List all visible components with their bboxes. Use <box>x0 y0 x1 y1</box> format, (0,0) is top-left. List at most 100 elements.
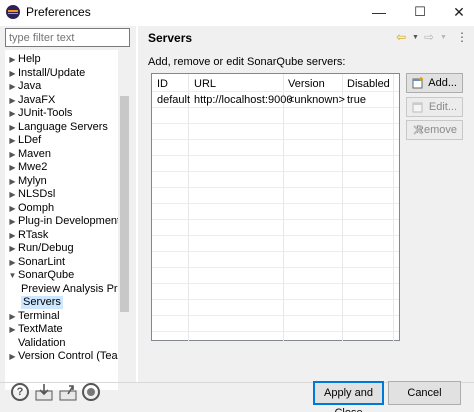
column-header-id[interactable]: ID <box>153 76 168 92</box>
tree-item[interactable]: ▶ Oomph <box>7 202 54 215</box>
tree-item[interactable]: ▶ RTask <box>7 229 48 242</box>
tree-item-label: NLSDsl <box>18 188 56 200</box>
cell-disabled[interactable]: true <box>343 92 366 108</box>
tree-item-label: JUnit-Tools <box>18 107 73 119</box>
tree-item[interactable]: ▶ LDef <box>7 134 41 147</box>
import-icon[interactable] <box>35 383 53 401</box>
collapsed-arrow-icon[interactable]: ▶ <box>7 175 18 188</box>
export-icon[interactable] <box>59 383 77 401</box>
tree-item[interactable]: ▶ Install/Update <box>7 67 85 80</box>
tree-item[interactable]: Preview Analysis Prop <box>21 283 130 296</box>
expanded-arrow-icon[interactable]: ▼ <box>7 269 18 282</box>
help-icon[interactable]: ? <box>11 383 29 401</box>
tree-item-label: Maven <box>18 147 52 160</box>
column-header-version[interactable]: Version <box>284 76 325 92</box>
remove-button[interactable]: Remove <box>406 120 463 140</box>
tree-item[interactable]: ▶ Java <box>7 80 41 93</box>
tree-item[interactable]: ▶ SonarLint <box>7 256 65 269</box>
tree-item[interactable]: ▶ Maven <box>7 148 51 161</box>
title-bar: Preferences — ☐ ✕ <box>0 0 474 26</box>
tree-item-label: Preview Analysis Prop <box>21 282 130 295</box>
dialog-body: ▶Help▶Install/Update▶Java▶JavaFX▶JUnit-T… <box>0 26 474 412</box>
tree-item[interactable]: ▶ NLSDsl <box>7 188 55 201</box>
edit-server-icon <box>412 102 423 113</box>
add-server-icon <box>412 77 423 89</box>
tree-item[interactable]: ▶ Help <box>7 53 41 66</box>
tree-item[interactable]: ▶ Run/Debug <box>7 242 74 255</box>
tree-item-label: Help <box>18 53 41 65</box>
filter-input[interactable] <box>5 28 130 47</box>
tree-scrollbar[interactable] <box>118 50 131 390</box>
tree-item[interactable]: ▶ Version Control (Team) <box>7 350 131 363</box>
collapsed-arrow-icon[interactable]: ▶ <box>7 188 18 201</box>
tree-item-label: Oomph <box>18 201 55 214</box>
collapsed-arrow-icon[interactable]: ▶ <box>7 310 18 323</box>
window-title: Preferences <box>26 5 91 19</box>
tree-item[interactable]: ▶ JUnit-Tools <box>7 107 72 120</box>
tree-item-label: Validation <box>18 336 66 349</box>
tree-item-label: Mylyn <box>18 174 47 187</box>
back-arrow-icon[interactable]: ⇦ <box>396 30 406 44</box>
collapsed-arrow-icon[interactable]: ▶ <box>7 242 18 255</box>
eclipse-icon <box>6 5 20 19</box>
preference-tree: ▶ Help ▶ Install/Update ▶ Java ▶ JavaFX ▶ JUnit-T… <box>5 50 131 390</box>
cell-id[interactable]: default <box>153 92 190 108</box>
collapsed-arrow-icon[interactable]: ▶ <box>7 202 18 215</box>
tree-item-label: Run/Debug <box>18 242 74 254</box>
edit-button[interactable]: Edit... <box>406 97 463 117</box>
servers-table[interactable]: ID URL Version Disabled default http://l… <box>151 73 400 342</box>
cancel-button[interactable]: Cancel <box>388 381 461 405</box>
tree-item-label: Language Servers <box>18 120 108 133</box>
view-menu-icon[interactable]: ⋮ <box>456 30 468 44</box>
collapsed-arrow-icon[interactable]: ▶ <box>7 53 18 66</box>
tree-item-label: Plug-in Development <box>18 215 121 227</box>
tree-item[interactable]: ▶ Mwe2 <box>7 161 47 174</box>
tree-item[interactable]: ▶ Terminal <box>7 309 60 323</box>
collapsed-arrow-icon[interactable]: ▶ <box>7 80 18 93</box>
tree-item-label: Terminal <box>18 309 60 322</box>
collapsed-arrow-icon[interactable]: ▶ <box>7 215 18 228</box>
tree-item[interactable]: ▼ SonarQube <box>7 269 75 282</box>
forward-arrow-icon[interactable]: ⇨ <box>424 30 434 44</box>
pane-divider[interactable] <box>136 26 138 382</box>
back-dropdown-icon[interactable]: ▼ <box>412 34 419 41</box>
oomph-icon[interactable] <box>82 383 100 401</box>
tree-item[interactable]: ▶ TextMate <box>7 323 62 336</box>
minimize-button[interactable]: — <box>364 2 394 22</box>
column-header-disabled[interactable]: Disabled <box>343 76 390 92</box>
collapsed-arrow-icon[interactable]: ▶ <box>7 323 18 336</box>
tree-item[interactable]: Validation <box>7 337 66 350</box>
tree-item-label: Version Control (Team) <box>18 350 131 362</box>
tree-item-label: Install/Update <box>18 66 86 79</box>
tree-item[interactable]: Servers <box>21 296 63 309</box>
tree-item-label: JavaFX <box>18 93 56 106</box>
collapsed-arrow-icon[interactable]: ▶ <box>7 107 18 120</box>
maximize-button[interactable]: ☐ <box>405 2 435 22</box>
collapsed-arrow-icon[interactable]: ▶ <box>7 134 18 147</box>
collapsed-arrow-icon[interactable]: ▶ <box>7 350 18 363</box>
tree-item-label: SonarLint <box>18 255 66 268</box>
tree-item-label: Java <box>18 80 42 92</box>
forward-dropdown-icon[interactable]: ▼ <box>440 34 447 41</box>
tree-item[interactable]: ▶ Language Servers <box>7 120 108 134</box>
apply-and-close-button[interactable]: Apply and Close <box>313 381 384 412</box>
collapsed-arrow-icon[interactable]: ▶ <box>7 121 18 134</box>
tree-item[interactable]: ▶ Plug-in Development <box>7 215 120 228</box>
collapsed-arrow-icon[interactable]: ▶ <box>7 256 18 269</box>
edit-button-label: Edit... <box>428 101 457 113</box>
tree-item[interactable]: ▶ Mylyn <box>7 174 47 188</box>
close-button[interactable]: ✕ <box>444 2 474 22</box>
collapsed-arrow-icon[interactable]: ▶ <box>7 148 18 161</box>
collapsed-arrow-icon[interactable]: ▶ <box>7 229 18 242</box>
collapsed-arrow-icon[interactable]: ▶ <box>7 94 18 107</box>
cell-url[interactable]: http://localhost:9000 <box>190 92 292 108</box>
column-header-url[interactable]: URL <box>190 76 216 92</box>
tree-scrollbar-thumb[interactable] <box>120 96 129 312</box>
page-title: Servers <box>148 31 193 45</box>
tree-item[interactable]: ▶ JavaFX <box>7 94 55 107</box>
add-button[interactable]: Add... <box>406 73 463 93</box>
add-button-label: Add... <box>428 77 457 89</box>
collapsed-arrow-icon[interactable]: ▶ <box>7 67 18 80</box>
cell-version[interactable]: <unknown> <box>284 92 345 108</box>
collapsed-arrow-icon[interactable]: ▶ <box>7 161 18 174</box>
